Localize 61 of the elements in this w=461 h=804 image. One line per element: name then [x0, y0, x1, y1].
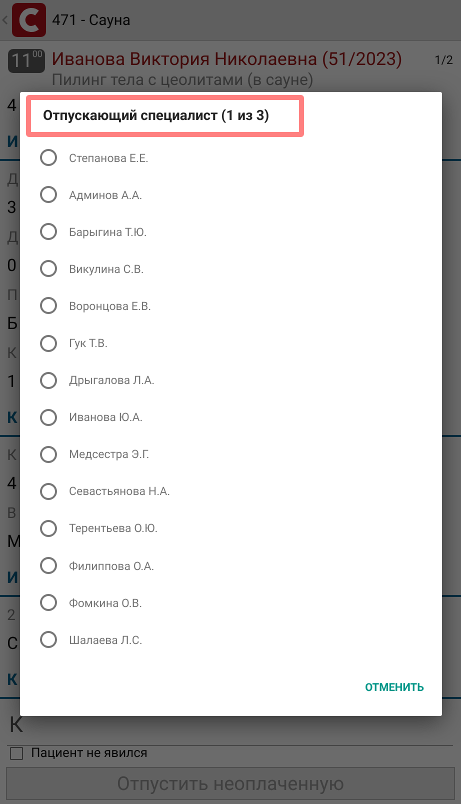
specialist-option[interactable]: Шалаева Л.С.: [20, 621, 442, 658]
radio-button[interactable]: [40, 482, 57, 500]
field-value: С: [7, 634, 18, 654]
option-label: Воронцова Е.В.: [69, 298, 152, 313]
specialist-option[interactable]: Гук Т.В.: [20, 324, 442, 362]
option-label: Медсестра Э.Г.: [69, 447, 150, 462]
field-value: 3: [7, 198, 17, 218]
specialist-option[interactable]: Викулина С.В.: [20, 250, 442, 288]
specialist-option[interactable]: Барыгина Т.Ю.: [20, 213, 442, 250]
option-label: Иванова Ю.А.: [69, 410, 143, 424]
field-value: 0: [7, 256, 17, 276]
dialog-title: Отпускающий специалист (1 из 3): [26, 95, 304, 137]
radio-button[interactable]: [40, 186, 57, 204]
radio-button[interactable]: [40, 297, 57, 314]
specialist-option[interactable]: Терентьева О.Ю.: [20, 510, 442, 548]
patient-name: Иванова Виктория Николаевна (51/2023): [51, 49, 404, 70]
checkbox[interactable]: [10, 747, 23, 760]
specialist-option[interactable]: Медсестра Э.Г.: [20, 436, 442, 473]
specialist-option[interactable]: Филиппова О.А.: [20, 547, 442, 584]
checkbox-label: Пациент не явился: [31, 746, 148, 761]
radio-button[interactable]: [40, 594, 57, 612]
radio-button[interactable]: [40, 334, 57, 352]
field-value: 1: [7, 372, 17, 392]
radio-button[interactable]: [40, 408, 57, 426]
option-label: Шалаева Л.С.: [69, 632, 142, 647]
radio-button[interactable]: [40, 520, 57, 537]
section-header: К: [7, 408, 18, 426]
specialist-option[interactable]: Воронцова Е.В.: [20, 287, 442, 324]
field-value: Б: [7, 314, 18, 334]
app-logo: [12, 3, 46, 37]
specialist-option[interactable]: Иванова Ю.А.: [20, 398, 442, 436]
option-label: Филиппова О.А.: [69, 558, 154, 573]
option-label: Барыгина Т.Ю.: [69, 224, 147, 239]
option-label: Фомкина О.В.: [69, 596, 142, 610]
radio-button[interactable]: [40, 223, 57, 240]
specialist-option[interactable]: Фомкина О.В.: [20, 584, 442, 622]
radio-button[interactable]: [40, 557, 57, 574]
option-label: Севастьянова Н.А.: [69, 484, 170, 498]
page-counter: 1/2: [434, 52, 453, 69]
section-header: И: [7, 568, 18, 586]
option-label: Викулина С.В.: [69, 262, 144, 276]
option-label: Терентьева О.Ю.: [69, 521, 158, 536]
radio-button[interactable]: [40, 260, 57, 278]
radio-button[interactable]: [40, 446, 57, 463]
radio-button[interactable]: [40, 372, 57, 389]
option-label: Степанова Е.Е.: [69, 150, 149, 165]
radio-button[interactable]: [40, 631, 57, 648]
option-label: Гук Т.В.: [69, 336, 108, 350]
specialist-option[interactable]: Степанова Е.Е.: [20, 139, 442, 176]
specialist-option[interactable]: Севастьянова Н.А.: [20, 472, 442, 510]
option-label: Дрыгалова Л.А.: [69, 373, 155, 388]
app-bar-title: 471 - Сауна: [52, 11, 131, 29]
specialist-option[interactable]: Админов А.А.: [20, 176, 442, 214]
radio-button[interactable]: [40, 149, 57, 166]
field-value: 4: [7, 96, 17, 116]
option-label: Админов А.А.: [69, 188, 142, 202]
section-header: И: [7, 132, 18, 150]
field-value: 4: [7, 474, 17, 494]
section-header: К: [7, 670, 18, 688]
cancel-button[interactable]: ОТМЕНИТЬ: [363, 677, 426, 698]
specialist-option[interactable]: Дрыгалова Л.А.: [20, 362, 442, 399]
